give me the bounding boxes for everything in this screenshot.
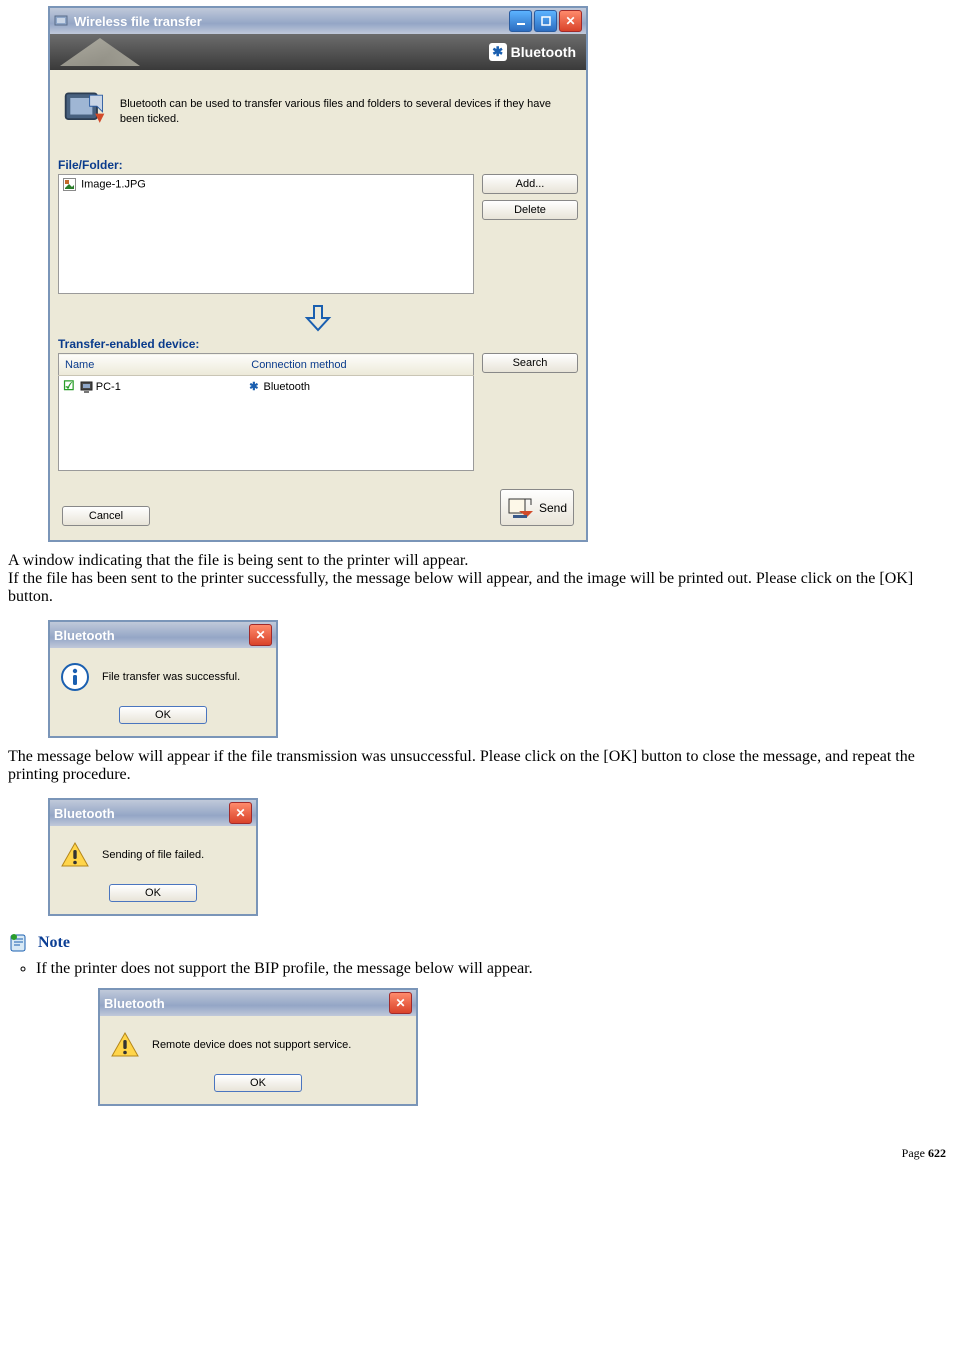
dialog-fail-ok[interactable]: OK xyxy=(109,884,197,902)
bluetooth-icon: ✱ xyxy=(489,43,507,61)
app-icon xyxy=(54,13,70,29)
image-file-icon xyxy=(63,178,76,191)
page-number: Page 622 xyxy=(8,1146,946,1161)
dialog-success-msg: File transfer was successful. xyxy=(102,671,240,683)
dialog-success-titlebar[interactable]: Bluetooth ✕ xyxy=(50,622,276,648)
dialog-fail-msg: Sending of file failed. xyxy=(102,849,204,861)
bluetooth-small-icon: ✱ xyxy=(249,381,258,393)
file-folder-label: File/Folder: xyxy=(58,158,578,172)
col-conn-header[interactable]: Connection method xyxy=(245,354,473,376)
dialog-fail-title: Bluetooth xyxy=(54,806,115,821)
dialog-success: Bluetooth ✕ File transfer was successful… xyxy=(48,620,278,738)
dialog-bip-close[interactable]: ✕ xyxy=(389,992,412,1014)
add-button[interactable]: Add... xyxy=(482,174,578,194)
note-label: Note xyxy=(38,934,70,952)
send-label: Send xyxy=(539,501,567,515)
search-button[interactable]: Search xyxy=(482,353,578,373)
note-heading: Note xyxy=(8,932,946,954)
dialog-bip-titlebar[interactable]: Bluetooth ✕ xyxy=(100,990,416,1016)
banner-graphic xyxy=(60,38,140,66)
close-button[interactable]: ✕ xyxy=(559,10,582,32)
dialog-bip-ok[interactable]: OK xyxy=(214,1074,302,1092)
send-button[interactable]: Send xyxy=(500,489,574,526)
file-name: Image-1.JPG xyxy=(81,178,146,190)
transfer-graphic-icon xyxy=(62,86,110,138)
banner-label: Bluetooth xyxy=(511,44,576,60)
device-name: PC-1 xyxy=(96,381,121,393)
maximize-button[interactable] xyxy=(534,10,557,32)
transfer-device-label: Transfer-enabled device: xyxy=(58,337,578,351)
info-icon xyxy=(60,662,90,692)
window-titlebar[interactable]: Wireless file transfer ✕ xyxy=(50,8,586,34)
dialog-bip-title: Bluetooth xyxy=(104,996,165,1011)
dialog-fail-titlebar[interactable]: Bluetooth ✕ xyxy=(50,800,256,826)
dialog-bip: Bluetooth ✕ Remote device does not suppo… xyxy=(98,988,418,1106)
dialog-success-title: Bluetooth xyxy=(54,628,115,643)
minimize-button[interactable] xyxy=(509,10,532,32)
note-item: If the printer does not support the BIP … xyxy=(36,960,946,978)
dialog-bip-msg: Remote device does not support service. xyxy=(152,1039,351,1051)
warning-icon xyxy=(60,840,90,870)
dialog-fail: Bluetooth ✕ Sending of file failed. OK xyxy=(48,798,258,916)
check-icon[interactable]: ☑ xyxy=(63,378,75,393)
device-row[interactable]: ☑ PC-1 ✱ Bluetooth xyxy=(59,376,474,397)
wireless-transfer-window: Wireless file transfer ✕ ✱ Bluetooth xyxy=(48,6,588,542)
send-icon xyxy=(507,493,537,522)
delete-button[interactable]: Delete xyxy=(482,200,578,220)
dialog-success-ok[interactable]: OK xyxy=(119,706,207,724)
dialog-success-close[interactable]: ✕ xyxy=(249,624,272,646)
note-icon xyxy=(8,932,30,954)
device-conn-method: Bluetooth xyxy=(264,381,310,393)
file-list-item[interactable]: Image-1.JPG xyxy=(63,178,469,191)
dialog-fail-close[interactable]: ✕ xyxy=(229,802,252,824)
brand-banner: ✱ Bluetooth xyxy=(50,34,586,70)
warning-icon xyxy=(110,1030,140,1060)
arrow-down-icon xyxy=(58,304,578,335)
file-list[interactable]: Image-1.JPG xyxy=(58,174,474,294)
intro-text: Bluetooth can be used to transfer variou… xyxy=(120,97,574,128)
col-name-header[interactable]: Name xyxy=(59,354,246,376)
computer-icon xyxy=(80,381,93,393)
paragraph-sending: A window indicating that the file is bei… xyxy=(8,552,946,606)
paragraph-fail: The message below will appear if the fil… xyxy=(8,748,946,784)
window-title: Wireless file transfer xyxy=(74,14,202,29)
device-table: Name Connection method ☑ PC-1 ✱ xyxy=(58,353,474,471)
cancel-button[interactable]: Cancel xyxy=(62,506,150,526)
